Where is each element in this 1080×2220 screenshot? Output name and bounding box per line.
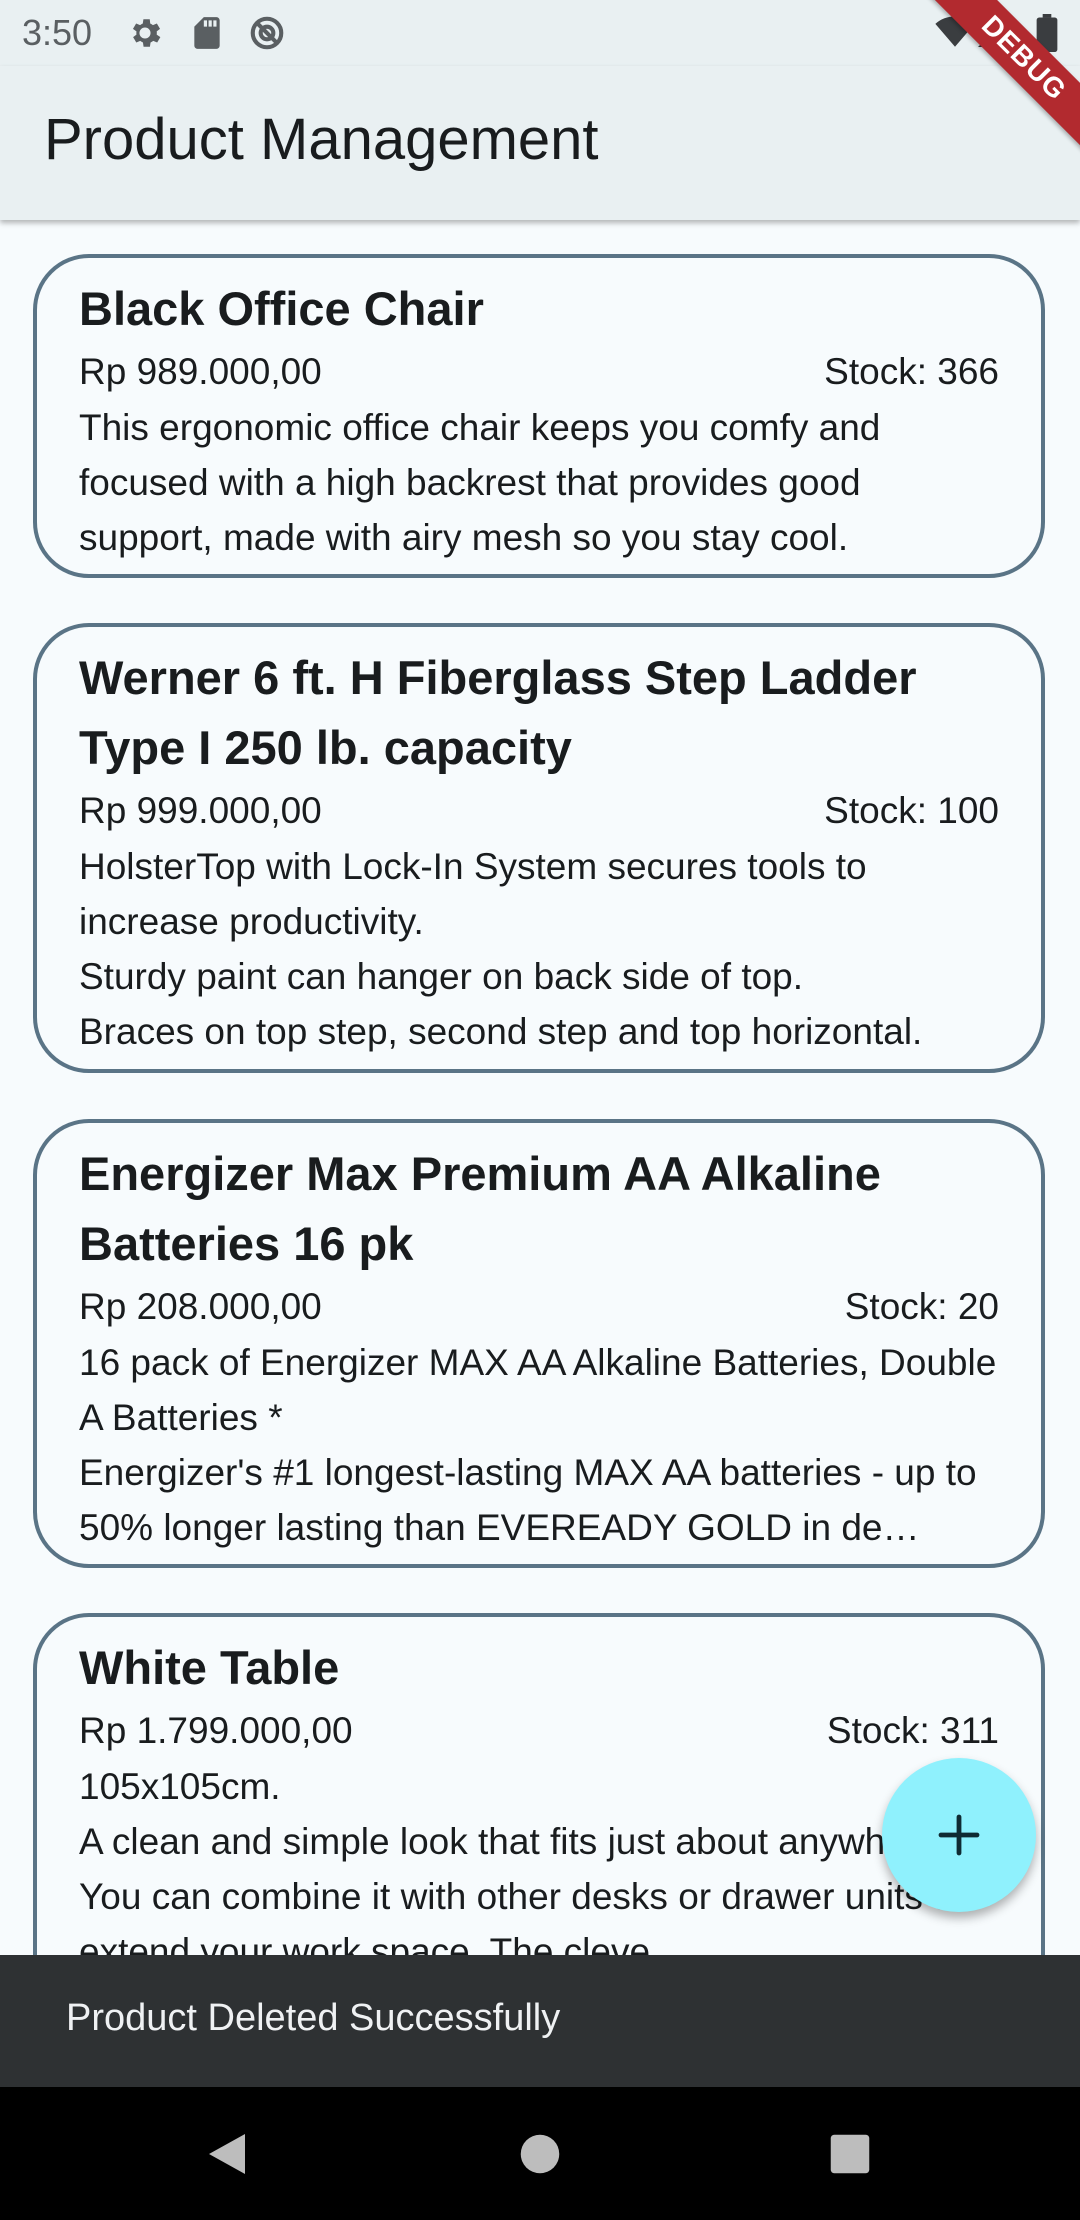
page-title: Product Management bbox=[44, 107, 599, 172]
debug-banner-label: DEBUG bbox=[920, 0, 1080, 160]
product-card[interactable]: Energizer Max Premium AA Alkaline Batter… bbox=[33, 1119, 1045, 1568]
product-stock: Stock: 366 bbox=[824, 351, 999, 392]
recents-icon bbox=[830, 2134, 870, 2173]
product-description: 105x105cm. A clean and simple look that … bbox=[79, 1766, 964, 1955]
home-button[interactable] bbox=[470, 2087, 610, 2220]
product-card[interactable]: White Table Rp 1.799.000,00 Stock: 311 1… bbox=[33, 1613, 1045, 1955]
product-price: Rp 1.799.000,00 bbox=[79, 1710, 353, 1751]
product-stock: Stock: 20 bbox=[844, 1286, 999, 1327]
app-bar: Product Management bbox=[0, 66, 1080, 220]
navigation-bar bbox=[0, 2087, 1080, 2220]
status-time: 3:50 bbox=[22, 12, 93, 53]
product-list[interactable]: Black Office Chair Rp 989.000,00 Stock: … bbox=[0, 220, 1080, 1955]
product-price: Rp 999.000,00 bbox=[79, 790, 322, 831]
price-stock-row: Rp 208.000,00 Stock: 20 bbox=[79, 1279, 999, 1335]
product-stock: Stock: 311 bbox=[826, 1710, 999, 1751]
price-stock-row: Rp 1.799.000,00 Stock: 311 bbox=[79, 1703, 999, 1759]
data-saver-icon bbox=[248, 14, 286, 52]
sd-card-icon bbox=[188, 14, 226, 52]
add-product-button[interactable] bbox=[882, 1758, 1036, 1912]
recents-button[interactable] bbox=[780, 2087, 920, 2220]
product-name: Energizer Max Premium AA Alkaline Batter… bbox=[79, 1147, 881, 1270]
product-card[interactable]: Werner 6 ft. H Fiberglass Step Ladder Ty… bbox=[33, 623, 1045, 1073]
product-description: This ergonomic office chair keeps you co… bbox=[79, 407, 881, 558]
product-card[interactable]: Black Office Chair Rp 989.000,00 Stock: … bbox=[33, 254, 1045, 578]
debug-banner: DEBUG bbox=[920, 0, 1080, 160]
product-stock: Stock: 100 bbox=[824, 790, 999, 831]
back-icon bbox=[209, 2133, 245, 2174]
product-name: Werner 6 ft. H Fiberglass Step Ladder Ty… bbox=[79, 651, 917, 774]
product-price: Rp 989.000,00 bbox=[79, 351, 322, 392]
status-bar: 3:50 bbox=[0, 0, 1080, 66]
product-description: 16 pack of Energizer MAX AA Alkaline Bat… bbox=[79, 1342, 997, 1548]
price-stock-row: Rp 999.000,00 Stock: 100 bbox=[79, 783, 999, 839]
product-name: White Table bbox=[79, 1641, 340, 1694]
settings-gear-icon bbox=[126, 14, 164, 52]
plus-icon bbox=[938, 1814, 980, 1856]
screen: 3:50 DEBUG Product Management Black Offi… bbox=[0, 0, 1080, 2220]
product-name: Black Office Chair bbox=[79, 282, 484, 335]
product-price: Rp 208.000,00 bbox=[79, 1286, 322, 1327]
back-button[interactable] bbox=[157, 2087, 297, 2220]
snackbar: Product Deleted Successfully bbox=[0, 1955, 1080, 2087]
home-icon bbox=[520, 2134, 560, 2173]
price-stock-row: Rp 989.000,00 Stock: 366 bbox=[79, 344, 999, 400]
snackbar-message: Product Deleted Successfully bbox=[66, 1997, 561, 2039]
product-description: HolsterTop with Lock-In System secures t… bbox=[79, 846, 923, 1052]
